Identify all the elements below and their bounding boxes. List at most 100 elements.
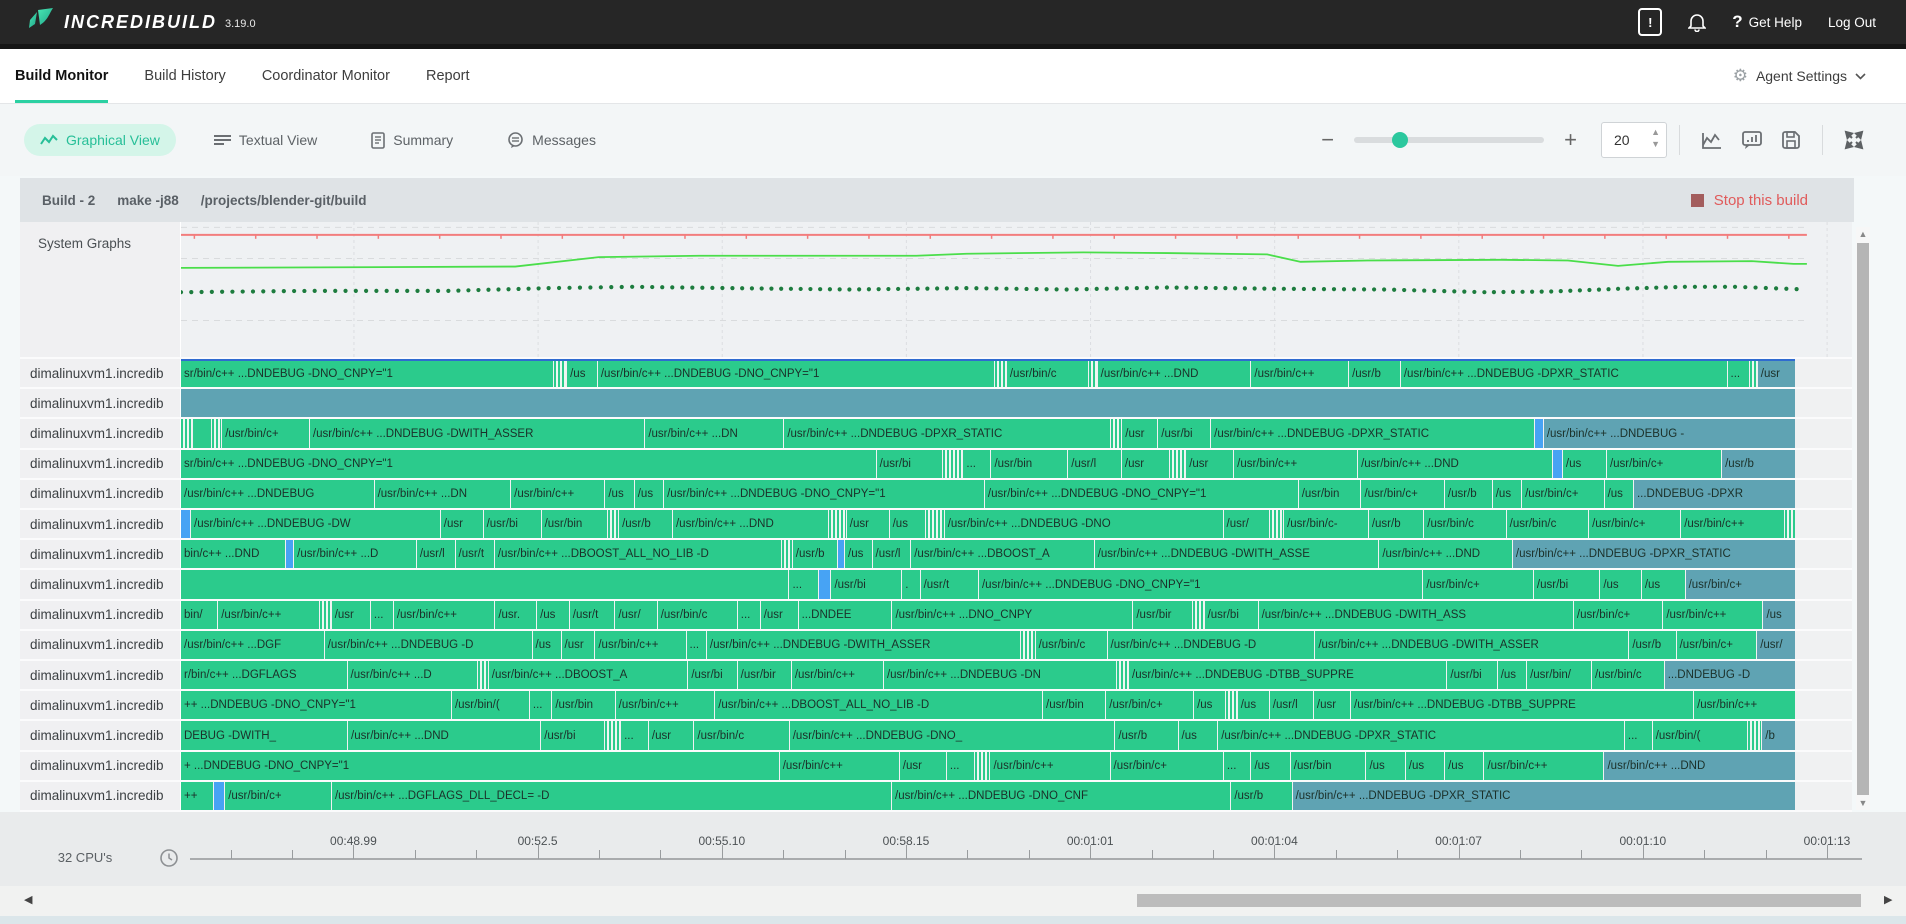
task-segment[interactable]: sr/bin/c++ ...DNDEBUG -DNO_CNPY="1 — [181, 361, 553, 387]
zoom-stepper-down-icon[interactable]: ▼ — [1651, 138, 1660, 150]
task-segment[interactable] — [1021, 631, 1035, 659]
task-segment[interactable]: /usr/bin/c++ ...DNDEBUG -DNO — [945, 510, 1223, 538]
task-segment[interactable]: /usr/bin — [552, 691, 614, 719]
task-segment[interactable]: /usr/bin/c+ — [1522, 480, 1603, 508]
task-segment[interactable]: /usr — [847, 510, 889, 538]
task-segment[interactable]: ... — [789, 570, 817, 598]
task-segment[interactable]: /usr/bin/c++ ...DNDEBUG -DPXR_STATIC — [1211, 419, 1534, 447]
task-segment[interactable]: /usr/bi — [1158, 419, 1210, 447]
vertical-scrollbar-thumb[interactable] — [1857, 243, 1869, 795]
task-segment[interactable]: /usr/bin/c++ ...DNDEBUG -DWITH_ASSER — [1315, 631, 1628, 659]
task-segment[interactable]: /usr/bin/c++ — [218, 601, 318, 629]
task-segment[interactable]: /usr/bi — [541, 721, 604, 749]
task-segment[interactable]: /usr/bin/c — [1007, 361, 1088, 387]
horizontal-scrollbar[interactable]: ◀ ▶ — [0, 886, 1906, 916]
task-segment[interactable]: /usr/b — [1722, 450, 1795, 478]
task-segment[interactable]: /usr/bin/c++ ...DN — [645, 419, 783, 447]
task-segment[interactable] — [943, 450, 963, 478]
task-segment[interactable]: ... — [1224, 752, 1251, 780]
task-segment[interactable]: /us — [1238, 691, 1269, 719]
stop-build-button[interactable]: Stop this build — [1691, 192, 1808, 209]
tab-coordinator-monitor[interactable]: Coordinator Monitor — [262, 49, 390, 103]
messages-button[interactable]: Messages — [491, 124, 612, 156]
task-segment[interactable]: /usr/bin/c++ ...DND — [1358, 450, 1552, 478]
task-segment[interactable]: /usr/bin/c++ — [616, 691, 715, 719]
task-segment[interactable]: /usr/bin/c++ ...DND — [1098, 361, 1251, 387]
task-segment[interactable] — [1226, 691, 1237, 719]
task-segment[interactable]: /usr/bin/( — [1653, 721, 1747, 749]
task-segment[interactable]: /usr/b — [1369, 510, 1423, 538]
task-segment[interactable]: /usr — [1186, 450, 1233, 478]
task-segment[interactable]: DEBUG -DWITH_ — [181, 721, 347, 749]
task-segment[interactable] — [181, 570, 788, 598]
task-segment[interactable]: /usr — [441, 510, 483, 538]
scroll-right-icon[interactable]: ▶ — [1884, 893, 1892, 906]
task-segment[interactable]: /us — [533, 631, 561, 659]
task-segment[interactable]: /us — [537, 601, 569, 629]
get-help-link[interactable]: ? Get Help — [1732, 12, 1802, 32]
task-segment[interactable]: ... — [687, 631, 706, 659]
task-segment[interactable] — [554, 361, 566, 387]
task-segment[interactable]: ... — [963, 450, 990, 478]
task-segment[interactable]: /usr/bin/c++ — [1251, 361, 1348, 387]
tab-report[interactable]: Report — [426, 49, 470, 103]
task-segment[interactable] — [478, 661, 488, 689]
task-segment[interactable]: /us — [635, 480, 663, 508]
task-segment[interactable] — [995, 361, 1006, 387]
task-segment[interactable]: /usr/bin/c++ ...DNDEBUG -DPXR_STATIC — [784, 419, 1110, 447]
task-segment[interactable]: /usr/bin/c++ ...DNDEBUG -DWITH_ASSER — [310, 419, 644, 447]
task-segment[interactable] — [1748, 721, 1761, 749]
graphs-toggle-icon[interactable] — [1701, 131, 1723, 149]
task-segment[interactable]: /us — [1763, 601, 1795, 629]
task-segment[interactable]: /usr — [562, 631, 595, 659]
task-segment[interactable]: /usr/bin/c++ — [990, 752, 1109, 780]
log-out-link[interactable]: Log Out — [1828, 15, 1876, 30]
task-segment[interactable]: /usr/l — [1270, 691, 1313, 719]
task-segment[interactable]: /usr/bin/c++ ...DNDEBUG -DPXR_STATIC — [1401, 361, 1727, 387]
task-segment[interactable]: /usr — [332, 601, 370, 629]
task-segment[interactable]: /usr/bin/c+ — [1106, 691, 1193, 719]
task-segment[interactable] — [1270, 510, 1284, 538]
task-segment[interactable]: /us — [845, 540, 871, 568]
task-segment[interactable]: /usr/bin/c++ — [1694, 691, 1795, 719]
task-segment[interactable]: /usr/bi — [877, 450, 942, 478]
task-segment[interactable]: /usr/bin/c+ — [1686, 570, 1796, 598]
task-segment[interactable]: /us — [890, 510, 925, 538]
task-segment[interactable]: ... — [621, 721, 648, 749]
zoom-value-input[interactable] — [1612, 131, 1654, 149]
task-segment[interactable]: /usr/bi — [831, 570, 901, 598]
task-segment[interactable]: /usr/bin/c+ — [1111, 752, 1223, 780]
task-segment[interactable] — [1170, 450, 1185, 478]
vertical-scrollbar[interactable]: ▲ ▼ — [1856, 227, 1870, 810]
task-segment[interactable] — [1553, 450, 1562, 478]
task-segment[interactable] — [181, 419, 192, 447]
task-segment[interactable]: /usr/bi — [484, 510, 541, 538]
tab-build-history[interactable]: Build History — [144, 49, 225, 103]
task-segment[interactable]: /usr/bin — [1299, 480, 1361, 508]
task-segment[interactable] — [1193, 601, 1204, 629]
task-segment[interactable]: /us — [605, 480, 633, 508]
task-segment[interactable]: /us — [1642, 570, 1685, 598]
task-segment[interactable]: /us — [1366, 752, 1404, 780]
task-segment[interactable]: /usr/bin/c++ ...DNDEBUG -DW — [191, 510, 440, 538]
task-segment[interactable]: /usr/bin/c++ ...DNDEBUG -DTBB_SUPPRE — [1351, 691, 1693, 719]
task-segment[interactable] — [975, 752, 990, 780]
task-segment[interactable]: /usr/bin/c++ — [394, 601, 494, 629]
scroll-down-icon[interactable]: ▼ — [1856, 796, 1870, 810]
task-segment[interactable]: /usr/bin/c++ ...D — [294, 540, 416, 568]
task-segment[interactable] — [1111, 419, 1121, 447]
task-segment[interactable]: /usr/bin/c++ ...DNDEBUG -DN — [884, 661, 1116, 689]
task-segment[interactable]: /usr/bin/c++ ...DNDEBUG — [181, 480, 374, 508]
task-segment[interactable]: /us — [1194, 691, 1225, 719]
task-segment[interactable]: ++ — [181, 782, 213, 810]
bell-icon[interactable] — [1688, 12, 1706, 32]
task-segment[interactable]: /usr/bin/c++ ...DBOOST_ALL_NO_LIB -D — [715, 691, 1042, 719]
task-segment[interactable]: /usr/bin/c++ ...DND — [1379, 540, 1512, 568]
task-segment[interactable]: /usr/t — [456, 540, 494, 568]
task-segment[interactable]: /usr/bin/c+ — [1677, 631, 1757, 659]
task-segment[interactable]: /usr/bin/c++ — [780, 752, 899, 780]
task-segment[interactable]: ... — [738, 601, 760, 629]
task-segment[interactable]: /usr/bin/c++ ...DND — [673, 510, 828, 538]
task-segment[interactable]: /usr/bin/c++ ...DNDEBUG -D — [1108, 631, 1315, 659]
save-icon[interactable] — [1781, 130, 1801, 150]
